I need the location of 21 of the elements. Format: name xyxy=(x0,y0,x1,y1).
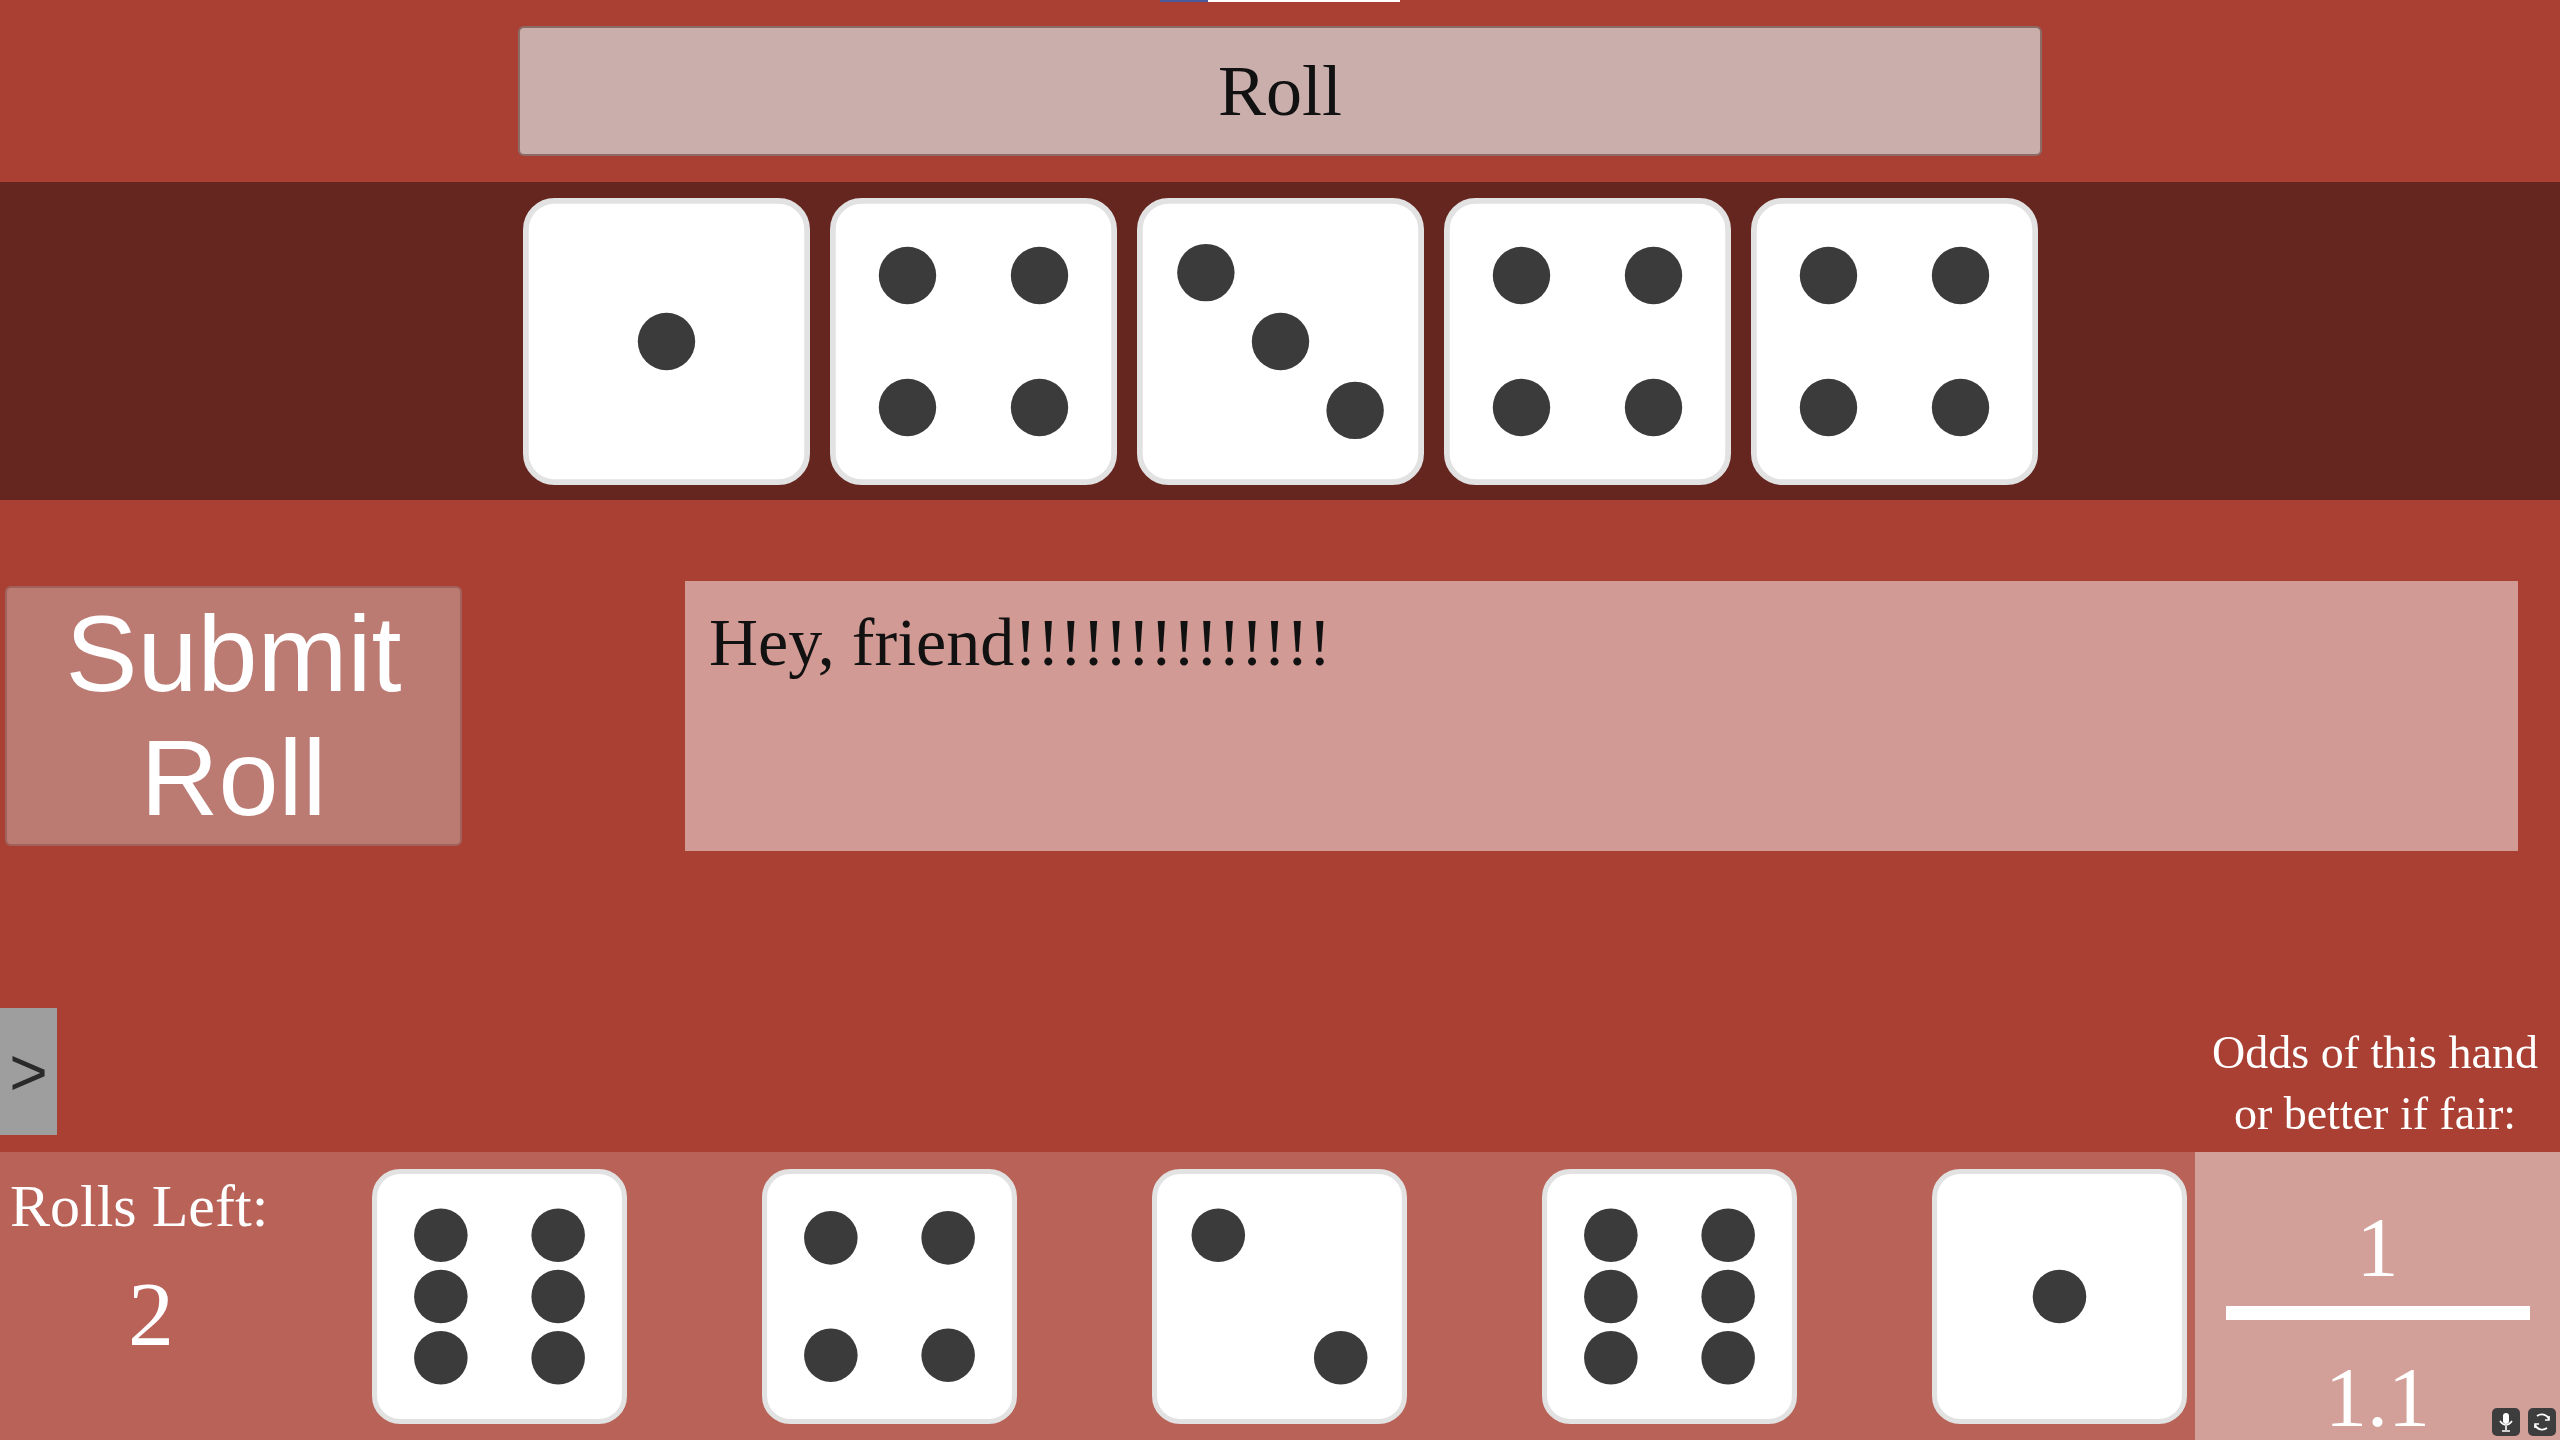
die[interactable] xyxy=(1136,197,1424,485)
refresh-icon[interactable] xyxy=(2528,1408,2556,1436)
submit-roll-button[interactable]: Submit Roll xyxy=(5,586,462,846)
die[interactable] xyxy=(372,1168,627,1424)
odds-label: Odds of this hand or better if fair: xyxy=(2211,1025,2539,1141)
die[interactable] xyxy=(1750,197,2038,485)
odds-denominator: 1.1 xyxy=(2325,1356,2430,1440)
die[interactable] xyxy=(762,1168,1017,1424)
die[interactable] xyxy=(1443,197,1731,485)
rolls-left-value: 2 xyxy=(127,1262,175,1367)
expand-tab[interactable]: > xyxy=(0,1008,57,1135)
microphone-icon[interactable] xyxy=(2492,1408,2520,1436)
rolls-left-label: Rolls Left: xyxy=(10,1172,270,1241)
roll-button[interactable]: Roll xyxy=(518,26,2042,156)
die[interactable] xyxy=(1152,1168,1407,1424)
die[interactable] xyxy=(1542,1168,1797,1424)
odds-numerator: 1 xyxy=(2356,1206,2399,1290)
die[interactable] xyxy=(829,197,1117,485)
die[interactable] xyxy=(522,197,810,485)
die[interactable] xyxy=(1932,1168,2187,1424)
message-text: Hey, friend!!!!!!!!!!!!!! xyxy=(685,581,2518,851)
